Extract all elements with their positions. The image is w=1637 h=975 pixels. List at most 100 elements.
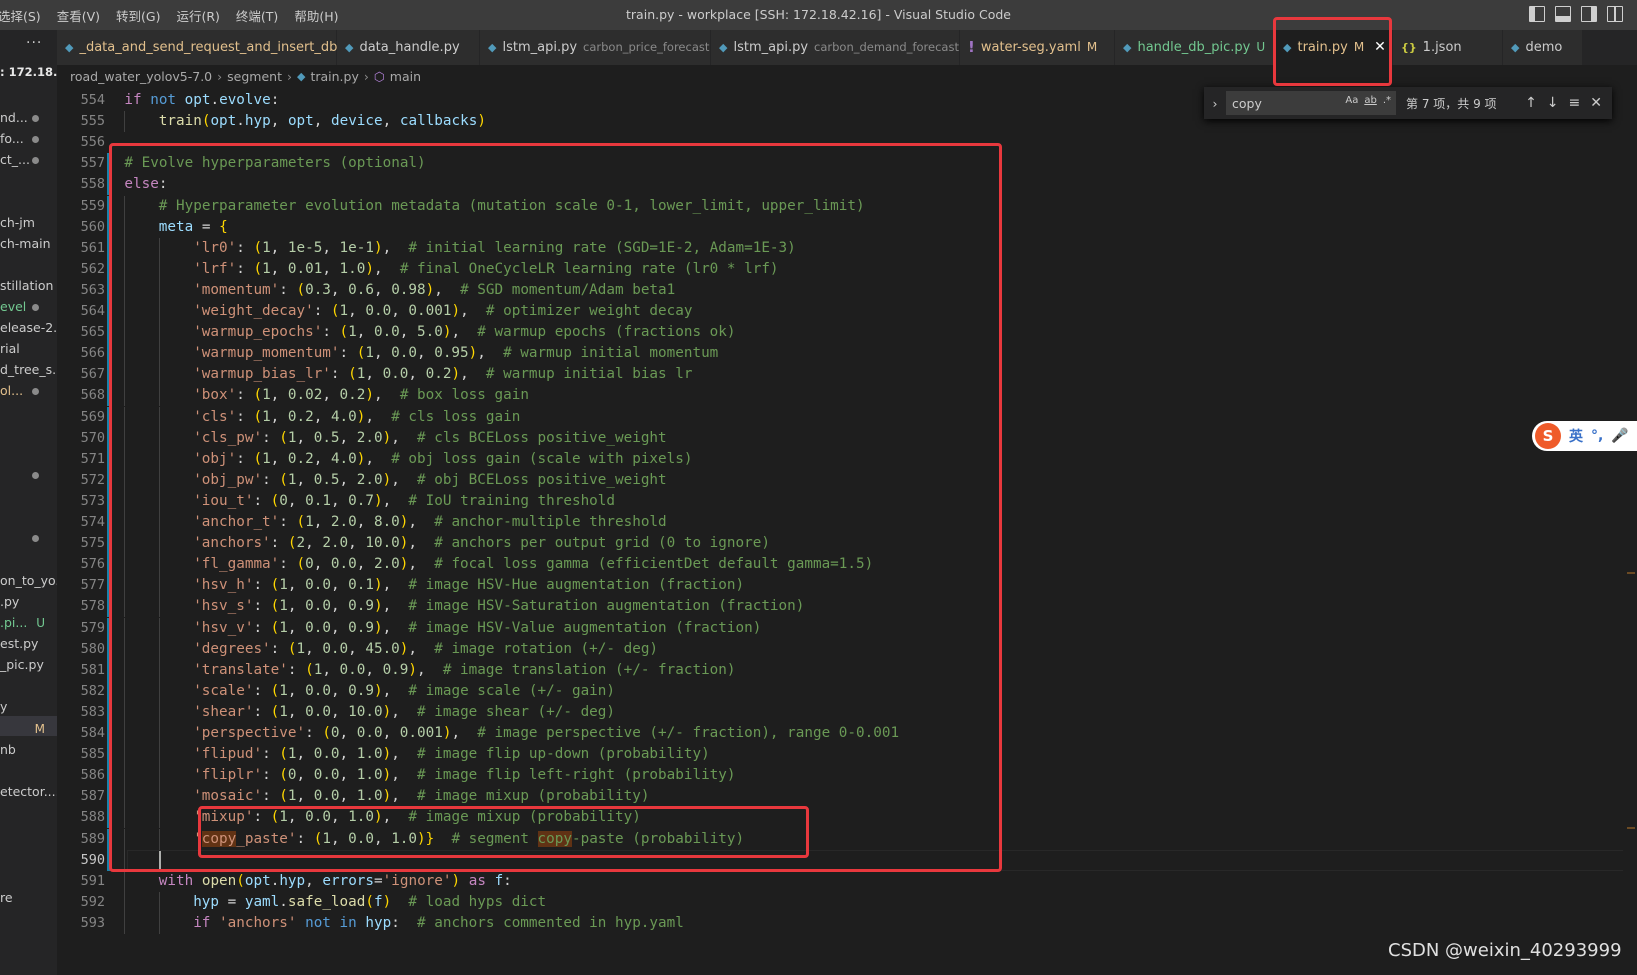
vertical-scrollbar[interactable] [1623, 87, 1637, 975]
sidebar-item[interactable]: d_tree_s... [0, 360, 57, 380]
code-line[interactable]: else: [124, 174, 167, 195]
code-line[interactable]: 'lrf': (1, 0.01, 1.0), # final OneCycleL… [193, 259, 778, 280]
use-regex-icon[interactable]: .* [1383, 95, 1391, 106]
code-line[interactable]: 'iou_t': (0, 0.1, 0.7), # IoU training t… [193, 491, 615, 512]
code-line[interactable]: 'fliplr': (0, 0.0, 1.0), # image flip le… [193, 765, 735, 786]
code-line[interactable]: hyp = yaml.safe_load(f) # load hyps dict [193, 892, 546, 913]
code-line[interactable]: 'hsv_s': (1, 0.0, 0.9), # image HSV-Satu… [193, 596, 804, 617]
sidebar-item[interactable]: .py [0, 592, 57, 612]
input-method-toolbar[interactable]: S 英 °, 🎤 [1532, 421, 1637, 451]
tab-data-handle-py[interactable]: ◆ data_handle.py [337, 30, 480, 65]
match-whole-word-icon[interactable]: ab [1364, 95, 1376, 106]
tab-lstm-api-py[interactable]: ◆ lstm_api.py carbon_price_forecast [480, 30, 711, 65]
menu-item[interactable]: 转到(G) [116, 6, 170, 25]
code-line[interactable]: 'anchor_t': (1, 2.0, 8.0), # anchor-mult… [193, 512, 666, 533]
code-line[interactable]: # Hyperparameter evolution metadata (mut… [159, 196, 865, 217]
find-in-selection-icon[interactable]: ≡ [1569, 95, 1581, 111]
menu-item[interactable]: 终端(T) [236, 6, 288, 25]
code-line[interactable]: 'scale': (1, 0.0, 0.9), # image scale (+… [193, 681, 615, 702]
code-line[interactable]: 'mosaic': (1, 0.0, 1.0), # image mixup (… [193, 786, 649, 807]
find-input[interactable]: copy Aa ab .* [1226, 91, 1396, 115]
sidebar-item[interactable]: ch-main [0, 234, 57, 254]
code-line[interactable]: 'translate': (1, 0.0, 0.9), # image tran… [193, 660, 735, 681]
code-line[interactable]: 'box': (1, 0.02, 0.2), # box loss gain [193, 385, 529, 406]
code-line[interactable]: 'perspective': (0, 0.0, 0.001), # image … [193, 723, 899, 744]
sidebar-item[interactable]: y [0, 697, 57, 717]
sidebar-item[interactable]: ch-jm [0, 213, 57, 233]
code-editor[interactable]: 554 555 556 557 558 559 560 561 562 563 564 565 566 5… [57, 87, 1637, 975]
code-line[interactable]: 'obj': (1, 0.2, 4.0), # obj loss gain (s… [193, 449, 692, 470]
sidebar-item[interactable] [0, 465, 57, 485]
code-line[interactable]: with open(opt.hyp, errors='ignore') as f… [159, 871, 512, 892]
tab-handle-db-pic-py[interactable]: ◆ handle_db_pic.py U [1115, 30, 1275, 65]
code-line[interactable]: 'momentum': (0.3, 0.6, 0.98), # SGD mome… [193, 280, 675, 301]
sidebar-item[interactable]: elease-2.6 [0, 318, 57, 338]
code-line[interactable]: meta = { [159, 217, 228, 238]
code-line[interactable]: 'flipud': (1, 0.0, 1.0), # image flip up… [193, 744, 710, 765]
sidebar-item[interactable]: stillation [0, 276, 57, 296]
tab-demo[interactable]: ◆ demo [1503, 30, 1583, 65]
menu-item[interactable]: 帮助(H) [294, 6, 348, 25]
match-case-icon[interactable]: Aa [1345, 95, 1358, 106]
more-actions-icon[interactable]: ··· [26, 35, 42, 51]
menu-item[interactable]: 查看(V) [57, 6, 110, 25]
next-match-icon[interactable]: ↓ [1547, 95, 1559, 111]
sidebar-item[interactable] [0, 528, 57, 548]
menu-item[interactable]: 运行(R) [176, 6, 229, 25]
code-line[interactable]: 'degrees': (1, 0.0, 45.0), # image rotat… [193, 639, 658, 660]
close-icon[interactable]: ✕ [1374, 30, 1386, 65]
sidebar-item[interactable]: ol... [0, 381, 57, 401]
breadcrumb-subfolder[interactable]: segment [227, 69, 282, 84]
sidebar-item[interactable]: _pic.py [0, 655, 57, 675]
toggle-primary-sidebar-icon[interactable] [1529, 6, 1545, 22]
toggle-secondary-sidebar-icon[interactable] [1581, 6, 1597, 22]
previous-match-icon[interactable]: ↑ [1525, 95, 1537, 111]
toggle-panel-icon[interactable] [1555, 6, 1571, 22]
sidebar-item[interactable]: etector.... [0, 782, 57, 802]
breadcrumb-symbol[interactable]: main [390, 69, 421, 84]
tab-train-py[interactable]: ◆ train.py M ✕ [1275, 30, 1393, 65]
breadcrumb-file[interactable]: train.py [310, 69, 358, 84]
toggle-replace-icon[interactable]: › [1204, 96, 1226, 111]
code-line[interactable]: 'hsv_v': (1, 0.0, 0.9), # image HSV-Valu… [193, 618, 761, 639]
code-line[interactable]: 'warmup_bias_lr': (1, 0.0, 0.2), # warmu… [193, 364, 692, 385]
code-line[interactable]: 'lr0': (1, 1e-5, 1e-1), # initial learni… [193, 238, 796, 259]
sidebar-item[interactable]: nb [0, 740, 57, 760]
ime-punctuation[interactable]: °, [1591, 428, 1603, 444]
sidebar-item[interactable]: M [0, 719, 57, 739]
sidebar-item[interactable]: nd... [0, 108, 57, 128]
code-line[interactable]: if not opt.evolve: [124, 90, 279, 111]
sidebar-item[interactable]: .pi... U [0, 613, 57, 633]
code-line[interactable]: 'fl_gamma': (0, 0.0, 2.0), # focal loss … [193, 554, 873, 575]
code-line[interactable]: 'cls': (1, 0.2, 4.0), # cls loss gain [193, 407, 520, 428]
tab--data-and-send-request-and-insert-db-py[interactable]: ◆ _data_and_send_request_and_insert_db.py… [57, 30, 374, 65]
close-icon[interactable]: ✕ [1590, 95, 1602, 111]
code-line[interactable]: if 'anchors' not in hyp: # anchors comme… [193, 913, 684, 934]
code-line[interactable]: 'mixup': (1, 0.0, 1.0), # image mixup (p… [193, 807, 641, 828]
code-line[interactable]: 'anchors': (2, 2.0, 10.0), # anchors per… [193, 533, 770, 554]
microphone-icon[interactable]: 🎤 [1611, 428, 1628, 444]
sidebar-item[interactable]: rial [0, 339, 57, 359]
code-line[interactable]: 'cls_pw': (1, 0.5, 2.0), # cls BCELoss p… [193, 428, 666, 449]
sidebar-item[interactable]: ct_... [0, 150, 57, 170]
customize-layout-icon[interactable] [1607, 6, 1623, 22]
sidebar-item[interactable]: re [0, 888, 57, 908]
sidebar-item[interactable]: est.py [0, 634, 57, 654]
code-line[interactable]: 'warmup_epochs': (1, 0.0, 5.0), # warmup… [193, 322, 735, 343]
menu-item[interactable]: 选择(S) [0, 6, 51, 25]
code-line[interactable]: 'obj_pw': (1, 0.5, 2.0), # obj BCELoss p… [193, 470, 666, 491]
code-line[interactable]: # Evolve hyperparameters (optional) [124, 153, 425, 174]
tab-1-json[interactable]: {} 1.json [1393, 30, 1503, 65]
code-line[interactable]: 'shear': (1, 0.0, 10.0), # image shear (… [193, 702, 615, 723]
breadcrumb-folder[interactable]: road_water_yolov5-7.0 [70, 69, 212, 84]
tab-lstm-api-py[interactable]: ◆ lstm_api.py carbon_demand_forecast [711, 30, 960, 65]
tab-water-seg-yaml[interactable]: ! water-seg.yaml M [960, 30, 1115, 65]
sidebar-item[interactable]: fo... [0, 129, 57, 149]
code-line[interactable]: 'hsv_h': (1, 0.0, 0.1), # image HSV-Hue … [193, 575, 744, 596]
code-line[interactable]: 'copy_paste': (1, 0.0, 1.0)} # segment c… [193, 829, 744, 850]
sidebar-item[interactable]: evel [0, 297, 57, 317]
ime-language[interactable]: 英 [1569, 426, 1583, 446]
code-line[interactable]: 'warmup_momentum': (1, 0.0, 0.95), # war… [193, 343, 718, 364]
sidebar-item[interactable]: on_to_yo... [0, 571, 57, 591]
code-line[interactable]: train(opt.hyp, opt, device, callbacks) [159, 111, 486, 132]
